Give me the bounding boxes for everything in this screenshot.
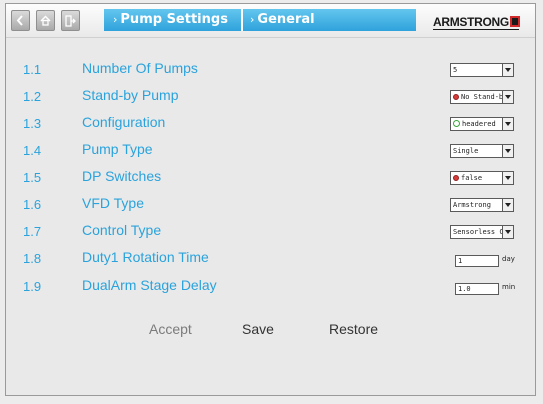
exit-icon (65, 15, 76, 27)
number-of-pumps-select[interactable]: 5 (450, 63, 514, 77)
app-window: › Pump Settings › General ARMSTRONG 1.1 Nu… (5, 3, 536, 396)
setting-row-stand-by-pump: 1.2 Stand-by Pump No Stand-by (6, 84, 535, 111)
breadcrumb-pump-settings[interactable]: › Pump Settings (113, 9, 228, 31)
home-button[interactable] (36, 10, 55, 31)
save-button[interactable]: Save (242, 321, 274, 337)
status-red-icon (453, 94, 459, 100)
breadcrumb-divider (241, 9, 243, 31)
chevron-down-icon (502, 172, 513, 184)
pump-type-select[interactable]: Single (450, 144, 514, 158)
dp-switches-select[interactable]: false (450, 171, 514, 185)
chevron-down-icon (502, 91, 513, 103)
chevron-down-icon (502, 226, 513, 238)
headered-icon (453, 120, 460, 127)
setting-row-configuration: 1.3 Configuration headered (6, 111, 535, 138)
home-icon (40, 15, 51, 26)
top-toolbar: › Pump Settings › General ARMSTRONG (6, 4, 535, 38)
vfd-type-select[interactable]: Armstrong (450, 198, 514, 212)
chevron-down-icon (502, 118, 513, 130)
chevron-down-icon (502, 199, 513, 211)
back-button[interactable] (11, 10, 30, 31)
duty1-rotation-time-input[interactable] (455, 255, 499, 267)
setting-row-pump-type: 1.4 Pump Type Single (6, 138, 535, 165)
status-red-icon (453, 175, 459, 181)
breadcrumb-general[interactable]: › General (250, 9, 315, 31)
restore-button[interactable]: Restore (329, 321, 378, 337)
setting-row-duty1-rotation-time: 1.8 Duty1 Rotation Time day (6, 246, 535, 273)
setting-row-dualarm-stage-delay: 1.9 DualArm Stage Delay min (6, 274, 535, 301)
armstrong-logo: ARMSTRONG (433, 15, 520, 29)
stand-by-pump-select[interactable]: No Stand-by (450, 90, 514, 104)
back-icon (16, 15, 23, 26)
setting-row-vfd-type: 1.6 VFD Type Armstrong (6, 192, 535, 219)
setting-row-number-of-pumps: 1.1 Number Of Pumps 5 (6, 57, 535, 84)
setting-row-dp-switches: 1.5 DP Switches false (6, 165, 535, 192)
logo-underline (433, 29, 519, 30)
chevron-right-icon: › (250, 13, 255, 26)
accept-button[interactable]: Accept (149, 321, 192, 337)
breadcrumb: › Pump Settings › General (104, 9, 416, 31)
configuration-select[interactable]: headered (450, 117, 514, 131)
chevron-down-icon (502, 64, 513, 76)
chevron-right-icon: › (113, 13, 118, 26)
control-type-select[interactable]: Sensorless Con (450, 225, 514, 239)
dualarm-stage-delay-input[interactable] (455, 283, 499, 295)
setting-row-control-type: 1.7 Control Type Sensorless Con (23, 222, 514, 239)
logo-mark-icon (509, 16, 520, 27)
chevron-down-icon (502, 145, 513, 157)
exit-button[interactable] (61, 10, 80, 31)
